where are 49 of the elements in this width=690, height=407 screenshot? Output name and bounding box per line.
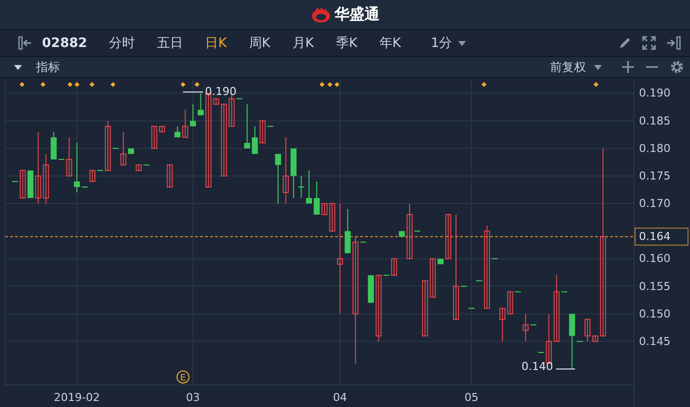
candle xyxy=(151,126,158,149)
candle xyxy=(398,230,405,238)
candle xyxy=(128,148,134,154)
x-axis-label: 2019-02 xyxy=(54,391,100,404)
fullscreen-icon[interactable] xyxy=(642,36,656,50)
y-axis-label: 0.170 xyxy=(639,197,670,210)
caret-icon xyxy=(458,40,466,46)
y-axis-label: 0.175 xyxy=(639,169,670,182)
current-price-tag: 0.164 xyxy=(634,228,688,246)
y-axis-label: 0.145 xyxy=(639,334,670,348)
logo-icon xyxy=(310,6,330,22)
period-tab[interactable]: 五日 xyxy=(151,34,190,52)
candle xyxy=(174,126,180,138)
period-tab[interactable]: 年K xyxy=(373,34,407,52)
candle xyxy=(368,274,374,304)
period-tab[interactable]: 分时 xyxy=(103,34,142,52)
x-axis-label: 04 xyxy=(332,391,347,404)
period-tab[interactable]: 月K xyxy=(286,34,320,52)
stock-symbol: 02882 xyxy=(42,36,88,50)
candle xyxy=(499,308,506,342)
candle xyxy=(159,126,165,132)
exit-icon[interactable] xyxy=(666,36,682,50)
period-tab[interactable]: 日K xyxy=(199,34,233,52)
event-badge[interactable]: E xyxy=(176,370,190,384)
settings-icon[interactable] xyxy=(670,60,684,74)
collapse-icon[interactable] xyxy=(18,36,32,50)
y-axis-label: 0.150 xyxy=(639,307,670,320)
candle xyxy=(166,164,173,188)
y-axis-label: 0.185 xyxy=(639,114,670,128)
x-axis-label: 03 xyxy=(186,391,200,404)
app-title: 华盛通 xyxy=(334,5,380,24)
high-price-label: 0.190 xyxy=(205,85,236,98)
pencil-icon[interactable] xyxy=(618,36,632,50)
y-axis-label: 0.160 xyxy=(639,252,670,266)
caret-icon[interactable] xyxy=(14,64,22,70)
y-axis-label: 0.180 xyxy=(639,142,670,155)
indicator-label[interactable]: 指标 xyxy=(36,58,60,76)
period-tab[interactable]: 季K xyxy=(330,34,364,52)
ref-line-label: 0.164 xyxy=(639,230,670,244)
y-axis-label: 0.190 xyxy=(639,86,670,100)
period-tab[interactable]: 周K xyxy=(242,34,276,52)
plus-icon[interactable] xyxy=(622,61,634,73)
y-axis-label: 0.155 xyxy=(639,280,670,293)
leader-line xyxy=(556,368,576,370)
low-price-label: 0.140 xyxy=(522,360,553,373)
caret-icon xyxy=(594,64,602,70)
interval-dropdown[interactable]: 1分 xyxy=(430,34,466,52)
x-axis-label: 05 xyxy=(464,391,478,404)
adjustment-dropdown[interactable]: 前复权 xyxy=(550,58,602,76)
